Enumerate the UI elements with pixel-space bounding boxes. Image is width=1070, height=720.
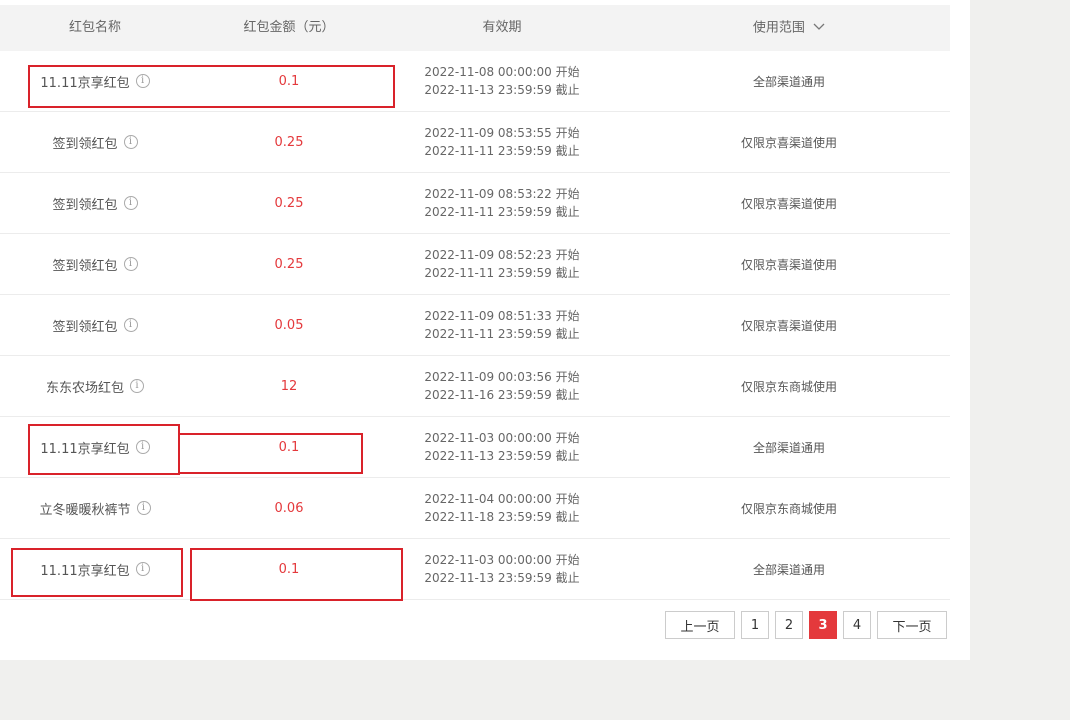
coupon-name: 11.11京享红包: [40, 441, 130, 457]
validity-cell: 2022-11-09 08:51:33 开始 2022-11-11 23:59:5…: [388, 295, 616, 355]
info-icon[interactable]: i: [130, 379, 144, 393]
header-amount: 红包金额（元）: [243, 20, 335, 35]
validity-cell: 2022-11-03 00:00:00 开始 2022-11-13 23:59:5…: [388, 417, 616, 477]
validity-start: 2022-11-09 08:51:33 开始: [424, 309, 580, 323]
table-row: 11.11京享红包 i 0.1 2022-11-08 00:00:00 开始 2022-…: [0, 51, 950, 112]
validity-cell: 2022-11-09 00:03:56 开始 2022-11-16 23:59:5…: [388, 356, 616, 416]
coupon-panel: 红包名称 红包金额（元） 有效期 使用范围 11.11京享红包 i 0.1 2022-…: [0, 0, 970, 660]
validity-start: 2022-11-09 08:53:22 开始: [424, 187, 580, 201]
validity-start: 2022-11-09 08:53:55 开始: [424, 126, 580, 140]
table-row: 签到领红包 i 0.25 2022-11-09 08:52:23 开始 2022-11-…: [0, 234, 950, 295]
table-row: 东东农场红包 i 12 2022-11-09 00:03:56 开始 2022-11-1…: [0, 356, 950, 417]
validity-end: 2022-11-11 23:59:59 截止: [424, 327, 580, 341]
coupon-amount: 0.1: [278, 73, 300, 89]
coupon-name-cell: 立冬暖暖秋裤节 i: [0, 478, 190, 538]
page-button-1[interactable]: 1: [741, 611, 769, 639]
coupon-scope: 仅限京喜渠道使用: [740, 257, 837, 272]
validity-end: 2022-11-13 23:59:59 截止: [424, 83, 580, 97]
validity-end: 2022-11-11 23:59:59 截止: [424, 205, 580, 219]
pagination: 上一页 1234 下一页: [0, 611, 970, 639]
next-page-button[interactable]: 下一页: [877, 611, 947, 639]
info-icon[interactable]: i: [123, 257, 138, 271]
header-validity: 有效期: [482, 20, 522, 35]
coupon-table: 红包名称 红包金额（元） 有效期 使用范围 11.11京享红包 i 0.1 2022-…: [0, 5, 950, 600]
validity-end: 2022-11-13 23:59:59 截止: [424, 571, 580, 585]
validity-start: 2022-11-09 00:03:56 开始: [424, 370, 580, 384]
page-button-3[interactable]: 3: [809, 611, 837, 639]
validity-cell: 2022-11-04 00:00:00 开始 2022-11-18 23:59:5…: [388, 478, 616, 538]
validity-end: 2022-11-16 23:59:59 截止: [424, 388, 580, 402]
coupon-amount: 0.25: [274, 134, 304, 150]
validity-start: 2022-11-09 08:52:23 开始: [424, 248, 580, 262]
table-row: 立冬暖暖秋裤节 i 0.06 2022-11-04 00:00:00 开始 2022-1…: [0, 478, 950, 539]
coupon-scope: 仅限京喜渠道使用: [740, 196, 837, 211]
page-button-4[interactable]: 4: [843, 611, 871, 639]
header-name: 红包名称: [68, 20, 121, 35]
coupon-scope: 仅限京东商城使用: [740, 501, 837, 516]
info-icon[interactable]: i: [135, 74, 150, 88]
coupon-name-cell: 签到领红包 i: [0, 234, 190, 294]
coupon-name-cell: 签到领红包 i: [0, 112, 190, 172]
coupon-amount: 0.06: [274, 500, 304, 516]
info-icon[interactable]: i: [123, 135, 138, 149]
validity-cell: 2022-11-09 08:53:55 开始 2022-11-11 23:59:5…: [388, 112, 616, 172]
validity-start: 2022-11-03 00:00:00 开始: [424, 553, 580, 567]
coupon-amount: 12: [280, 378, 298, 394]
coupon-name-cell: 签到领红包 i: [0, 173, 190, 233]
coupon-scope: 仅限京东商城使用: [740, 379, 837, 394]
table-row: 签到领红包 i 0.25 2022-11-09 08:53:55 开始 2022-11-…: [0, 112, 950, 173]
header-scope-label: 使用范围: [752, 20, 805, 36]
info-icon[interactable]: i: [135, 562, 150, 576]
coupon-amount: 0.25: [274, 195, 304, 211]
validity-cell: 2022-11-09 08:52:23 开始 2022-11-11 23:59:5…: [388, 234, 616, 294]
validity-cell: 2022-11-09 08:53:22 开始 2022-11-11 23:59:5…: [388, 173, 616, 233]
coupon-name-cell: 11.11京享红包 i: [0, 417, 190, 477]
validity-start: 2022-11-03 00:00:00 开始: [424, 431, 580, 445]
prev-page-button[interactable]: 上一页: [665, 611, 735, 639]
validity-end: 2022-11-13 23:59:59 截止: [424, 449, 580, 463]
validity-end: 2022-11-11 23:59:59 截止: [424, 266, 580, 280]
coupon-name: 11.11京享红包: [40, 75, 130, 91]
table-row: 签到领红包 i 0.25 2022-11-09 08:53:22 开始 2022-11-…: [0, 173, 950, 234]
table-body: 11.11京享红包 i 0.1 2022-11-08 00:00:00 开始 2022-…: [0, 51, 950, 600]
table-row: 11.11京享红包 i 0.1 2022-11-03 00:00:00 开始 2022-…: [0, 539, 950, 600]
table-header: 红包名称 红包金额（元） 有效期 使用范围: [0, 5, 950, 51]
coupon-name: 签到领红包: [52, 258, 118, 274]
coupon-amount: 0.1: [278, 439, 300, 455]
validity-cell: 2022-11-08 00:00:00 开始 2022-11-13 23:59:5…: [388, 51, 616, 111]
coupon-scope: 全部渠道通用: [752, 562, 825, 577]
validity-start: 2022-11-04 00:00:00 开始: [424, 492, 580, 506]
coupon-name: 立冬暖暖秋裤节: [39, 502, 131, 518]
table-row: 签到领红包 i 0.05 2022-11-09 08:51:33 开始 2022-11-…: [0, 295, 950, 356]
coupon-name-cell: 11.11京享红包 i: [0, 539, 190, 599]
coupon-amount: 0.1: [278, 561, 300, 577]
info-icon[interactable]: i: [123, 196, 138, 210]
chevron-down-icon[interactable]: [813, 5, 825, 51]
coupon-name-cell: 东东农场红包 i: [0, 356, 190, 416]
coupon-name-cell: 签到领红包 i: [0, 295, 190, 355]
header-scope-filter[interactable]: 使用范围: [628, 5, 950, 51]
page-button-2[interactable]: 2: [775, 611, 803, 639]
validity-end: 2022-11-11 23:59:59 截止: [424, 144, 580, 158]
coupon-scope: 全部渠道通用: [752, 74, 825, 89]
validity-end: 2022-11-18 23:59:59 截止: [424, 510, 580, 524]
coupon-name-cell: 11.11京享红包 i: [0, 51, 190, 111]
info-icon[interactable]: i: [136, 501, 151, 515]
coupon-scope: 仅限京喜渠道使用: [740, 318, 837, 333]
validity-start: 2022-11-08 00:00:00 开始: [424, 65, 580, 79]
coupon-name: 签到领红包: [52, 136, 118, 152]
coupon-name: 签到领红包: [52, 197, 118, 213]
validity-cell: 2022-11-03 00:00:00 开始 2022-11-13 23:59:5…: [388, 539, 616, 599]
coupon-name: 东东农场红包: [45, 380, 124, 396]
coupon-amount: 0.05: [274, 317, 304, 333]
coupon-amount: 0.25: [274, 256, 304, 272]
coupon-name: 签到领红包: [52, 319, 118, 335]
coupon-scope: 仅限京喜渠道使用: [740, 135, 837, 150]
coupon-name: 11.11京享红包: [40, 563, 130, 579]
info-icon[interactable]: i: [123, 318, 138, 332]
info-icon[interactable]: i: [135, 440, 150, 454]
coupon-scope: 全部渠道通用: [752, 440, 825, 455]
table-row: 11.11京享红包 i 0.1 2022-11-03 00:00:00 开始 2022-…: [0, 417, 950, 478]
